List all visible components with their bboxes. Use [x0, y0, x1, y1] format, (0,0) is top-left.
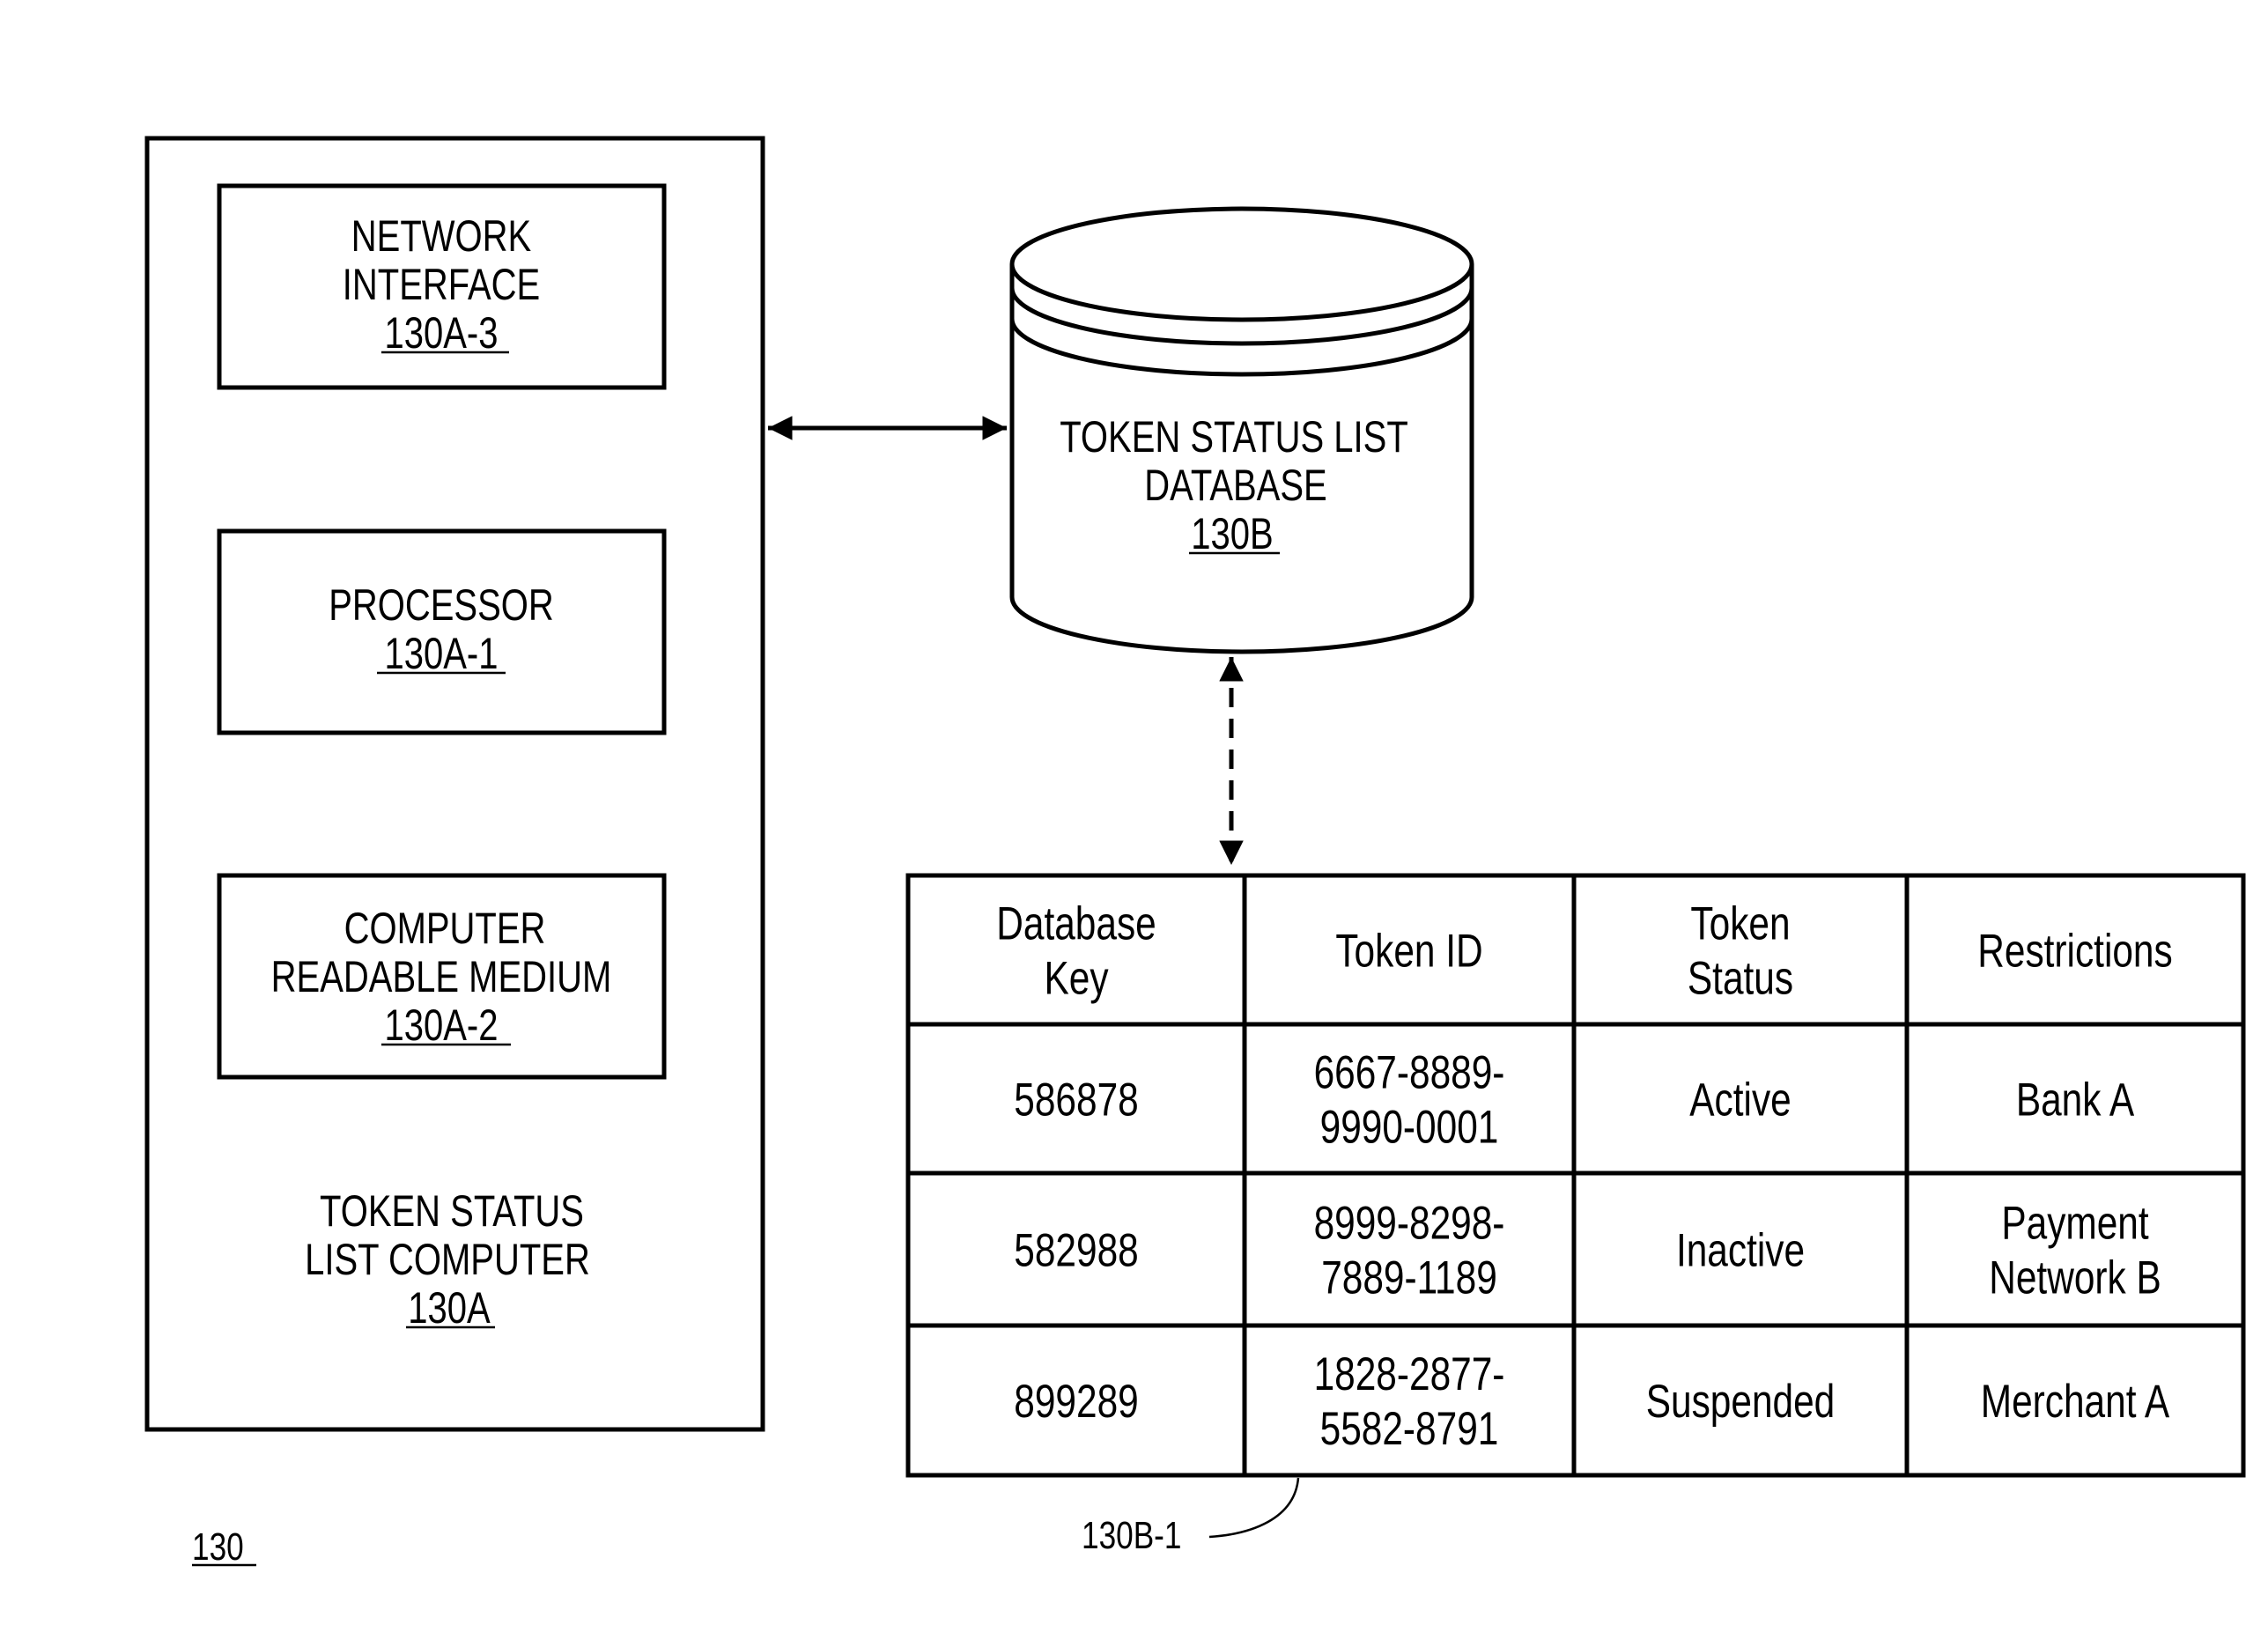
network-interface-label-line1: NETWORK — [351, 211, 531, 261]
crm-label-line2: READABLE MEDIUM — [271, 952, 612, 1001]
table-header-cell: Database — [996, 898, 1156, 950]
table-cell: 899289 — [1014, 1377, 1138, 1429]
table-cell: Suspended — [1646, 1377, 1836, 1429]
table-cell: 586878 — [1014, 1074, 1138, 1126]
database-label-line2: DATABASE — [1144, 461, 1326, 510]
database-ref: 130B — [1191, 509, 1273, 558]
network-interface-box: NETWORK INTERFACE 130A-3 — [217, 183, 667, 390]
table-cell: Active — [1689, 1074, 1791, 1126]
token-status-list-database: TOKEN STATUS LIST DATABASE 130B — [1009, 206, 1474, 654]
table-ref-leader — [1208, 1477, 1300, 1539]
table-cell: 7889-1189 — [1321, 1252, 1497, 1304]
table-ref: 130B-1 — [1082, 1514, 1181, 1557]
table-header-cell: Token — [1690, 898, 1790, 950]
token-status-table: DatabaseKey Token ID TokenStatus Restrictio… — [905, 873, 2246, 1478]
computer-ref: 130A — [408, 1283, 491, 1333]
table-header-cell: Restrictions — [1977, 926, 2172, 978]
table-cell: 6667-8889- — [1314, 1047, 1505, 1099]
network-interface-label-line2: INTERFACE — [343, 260, 540, 309]
table-header-cell: Key — [1044, 953, 1108, 1005]
table-cell: 582988 — [1014, 1225, 1138, 1277]
table-cell: Bank A — [2016, 1074, 2134, 1126]
computer-readable-medium-box: COMPUTER READABLE MEDIUM 130A-2 — [217, 873, 667, 1080]
diagram-canvas: NETWORK INTERFACE 130A-3 PROCESSOR 130A-… — [144, 136, 2246, 1569]
table-cell: 5582-8791 — [1320, 1404, 1499, 1456]
processor-ref: 130A-1 — [385, 629, 499, 678]
table-cell: Network B — [1989, 1252, 2161, 1304]
table-cell: 1828-2877- — [1314, 1349, 1505, 1401]
cylinder-ring-1 — [1009, 287, 1474, 346]
database-label-line1: TOKEN STATUS LIST — [1060, 412, 1408, 462]
token-status-list-computer: NETWORK INTERFACE 130A-3 PROCESSOR 130A-… — [144, 136, 765, 1432]
crm-ref: 130A-2 — [385, 1001, 499, 1050]
processor-label: PROCESSOR — [329, 580, 554, 630]
table-header-cell: Status — [1688, 953, 1793, 1005]
crm-label-line1: COMPUTER — [344, 904, 546, 953]
table-cell: Inactive — [1676, 1225, 1805, 1277]
table-header-cell: Token ID — [1335, 926, 1482, 978]
cylinder-top — [1009, 206, 1474, 322]
processor-box: PROCESSOR 130A-1 — [217, 528, 667, 735]
computer-title-line2: LIST COMPUTER — [305, 1235, 590, 1284]
table-cell: 9990-0001 — [1320, 1102, 1499, 1154]
computer-title-line1: TOKEN STATUS — [320, 1186, 584, 1236]
table-cell: Payment — [2001, 1198, 2148, 1250]
table-cell: 8999-8298- — [1314, 1198, 1505, 1250]
figure-ref: 130 — [192, 1525, 244, 1569]
table-cell: Merchant A — [1981, 1377, 2169, 1429]
network-interface-ref: 130A-3 — [385, 308, 499, 358]
